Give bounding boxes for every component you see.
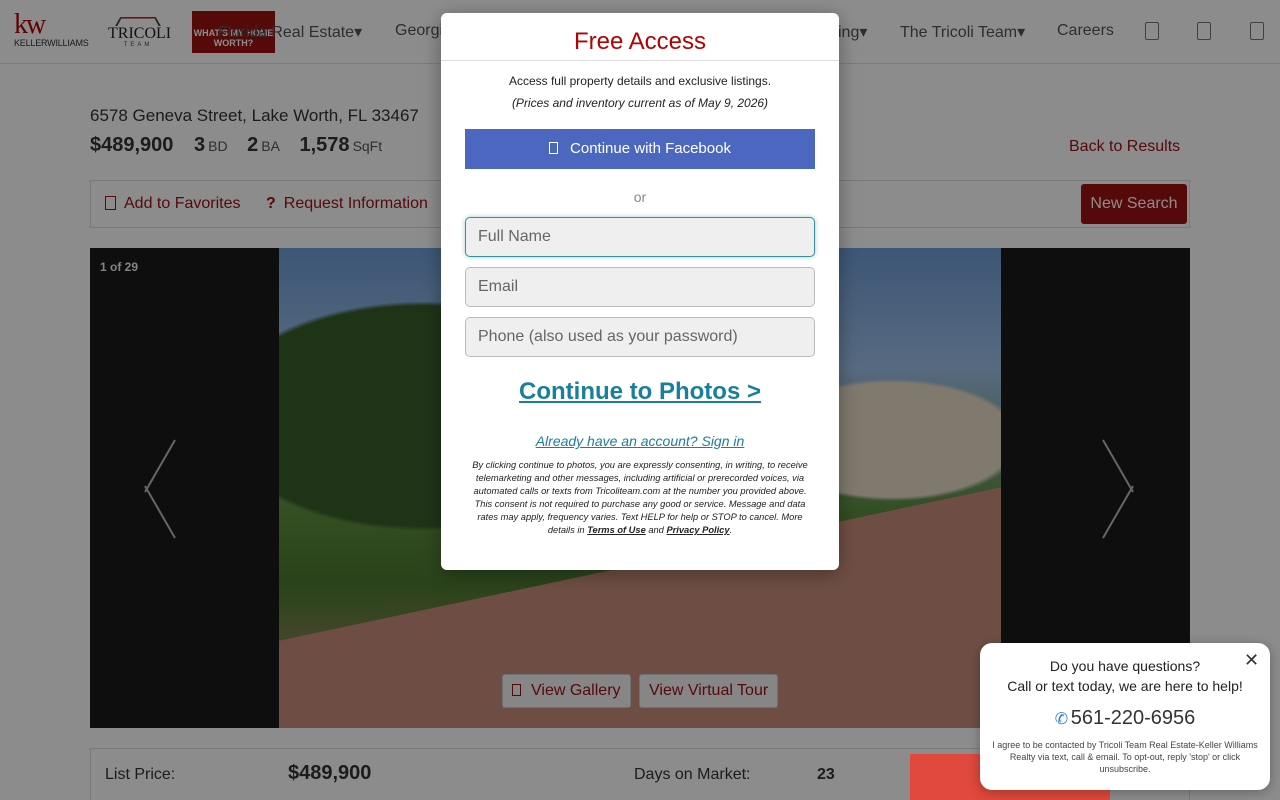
continue-to-photos-button[interactable]: Continue to Photos > [441, 378, 839, 406]
chat-widget: ✕ Do you have questions? Call or text to… [980, 643, 1270, 790]
email-input[interactable] [465, 267, 815, 307]
chat-question: Do you have questions? [1049, 658, 1201, 674]
modal-subtitle: Access full property details and exclusi… [508, 74, 772, 88]
consent-text: By clicking continue to photos, you are … [472, 460, 808, 535]
full-name-input[interactable] [465, 217, 815, 257]
chat-phone-link[interactable]: ✆ 561-220-6956 [980, 707, 1270, 730]
phone-input[interactable] [465, 317, 815, 357]
and-text: and [648, 525, 664, 535]
sign-in-link[interactable]: Already have an account? Sign in [441, 433, 839, 449]
or-separator: or [633, 189, 647, 205]
facebook-icon [549, 142, 559, 154]
prices-note: (Prices and inventory current as of May … [511, 96, 769, 110]
continue-with-facebook-button[interactable]: Continue with Facebook [465, 129, 815, 169]
modal-divider [441, 60, 839, 61]
free-access-modal: Free Access Access full property details… [441, 13, 839, 570]
phone-handset-icon: ✆ [1054, 711, 1069, 728]
facebook-button-label: Continue with Facebook [570, 140, 731, 157]
chat-phone-number: 561-220-6956 [1070, 707, 1196, 729]
consent-disclaimer: By clicking continue to photos, you are … [465, 459, 815, 537]
chat-prompt: Call or text today, we are here to help! [1007, 678, 1243, 694]
terms-of-use-link[interactable]: Terms of Use [587, 525, 646, 535]
chat-consent-text: I agree to be contacted by Tricoli Team … [992, 740, 1258, 774]
modal-title: Free Access [573, 28, 707, 55]
privacy-policy-link[interactable]: Privacy Policy [666, 525, 729, 535]
period-text: . [729, 525, 733, 535]
